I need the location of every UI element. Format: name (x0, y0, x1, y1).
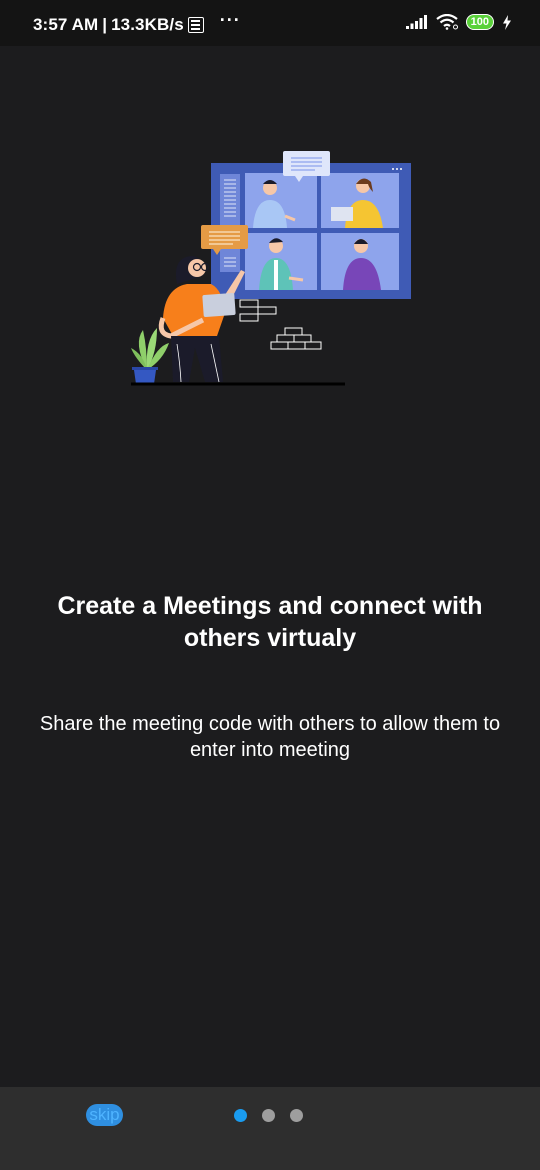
potted-plant (131, 328, 169, 384)
wifi-icon (435, 14, 458, 30)
page-dot[interactable] (262, 1109, 275, 1122)
status-left: 3:57 AM | 13.3KB/s ··· (33, 10, 241, 35)
status-right: 100 (405, 14, 512, 30)
status-separator: | (102, 14, 108, 34)
page-indicator (234, 1109, 303, 1122)
page-dot-active[interactable] (234, 1109, 247, 1122)
onboarding-footer: skip (0, 1087, 540, 1170)
calculator-icon (187, 16, 204, 33)
brick-wall-decor (239, 299, 322, 350)
signal-icon (405, 15, 427, 29)
skip-button[interactable]: skip (86, 1104, 123, 1126)
battery-icon: 100 (465, 14, 494, 30)
onboarding-title: Create a Meetings and connect with other… (57, 592, 483, 652)
charging-bolt-icon (503, 14, 511, 30)
page-dot[interactable] (290, 1109, 303, 1122)
network-speed: 13.3KB/s (111, 14, 184, 34)
more-dots-icon: ··· (219, 10, 241, 30)
onboarding-subtitle: Share the meeting code with others to al… (39, 713, 501, 761)
status-bar: 3:57 AM | 13.3KB/s ··· 100 (0, 0, 540, 46)
status-time: 3:57 AM (33, 14, 99, 34)
video-meeting-illustration (131, 151, 411, 386)
